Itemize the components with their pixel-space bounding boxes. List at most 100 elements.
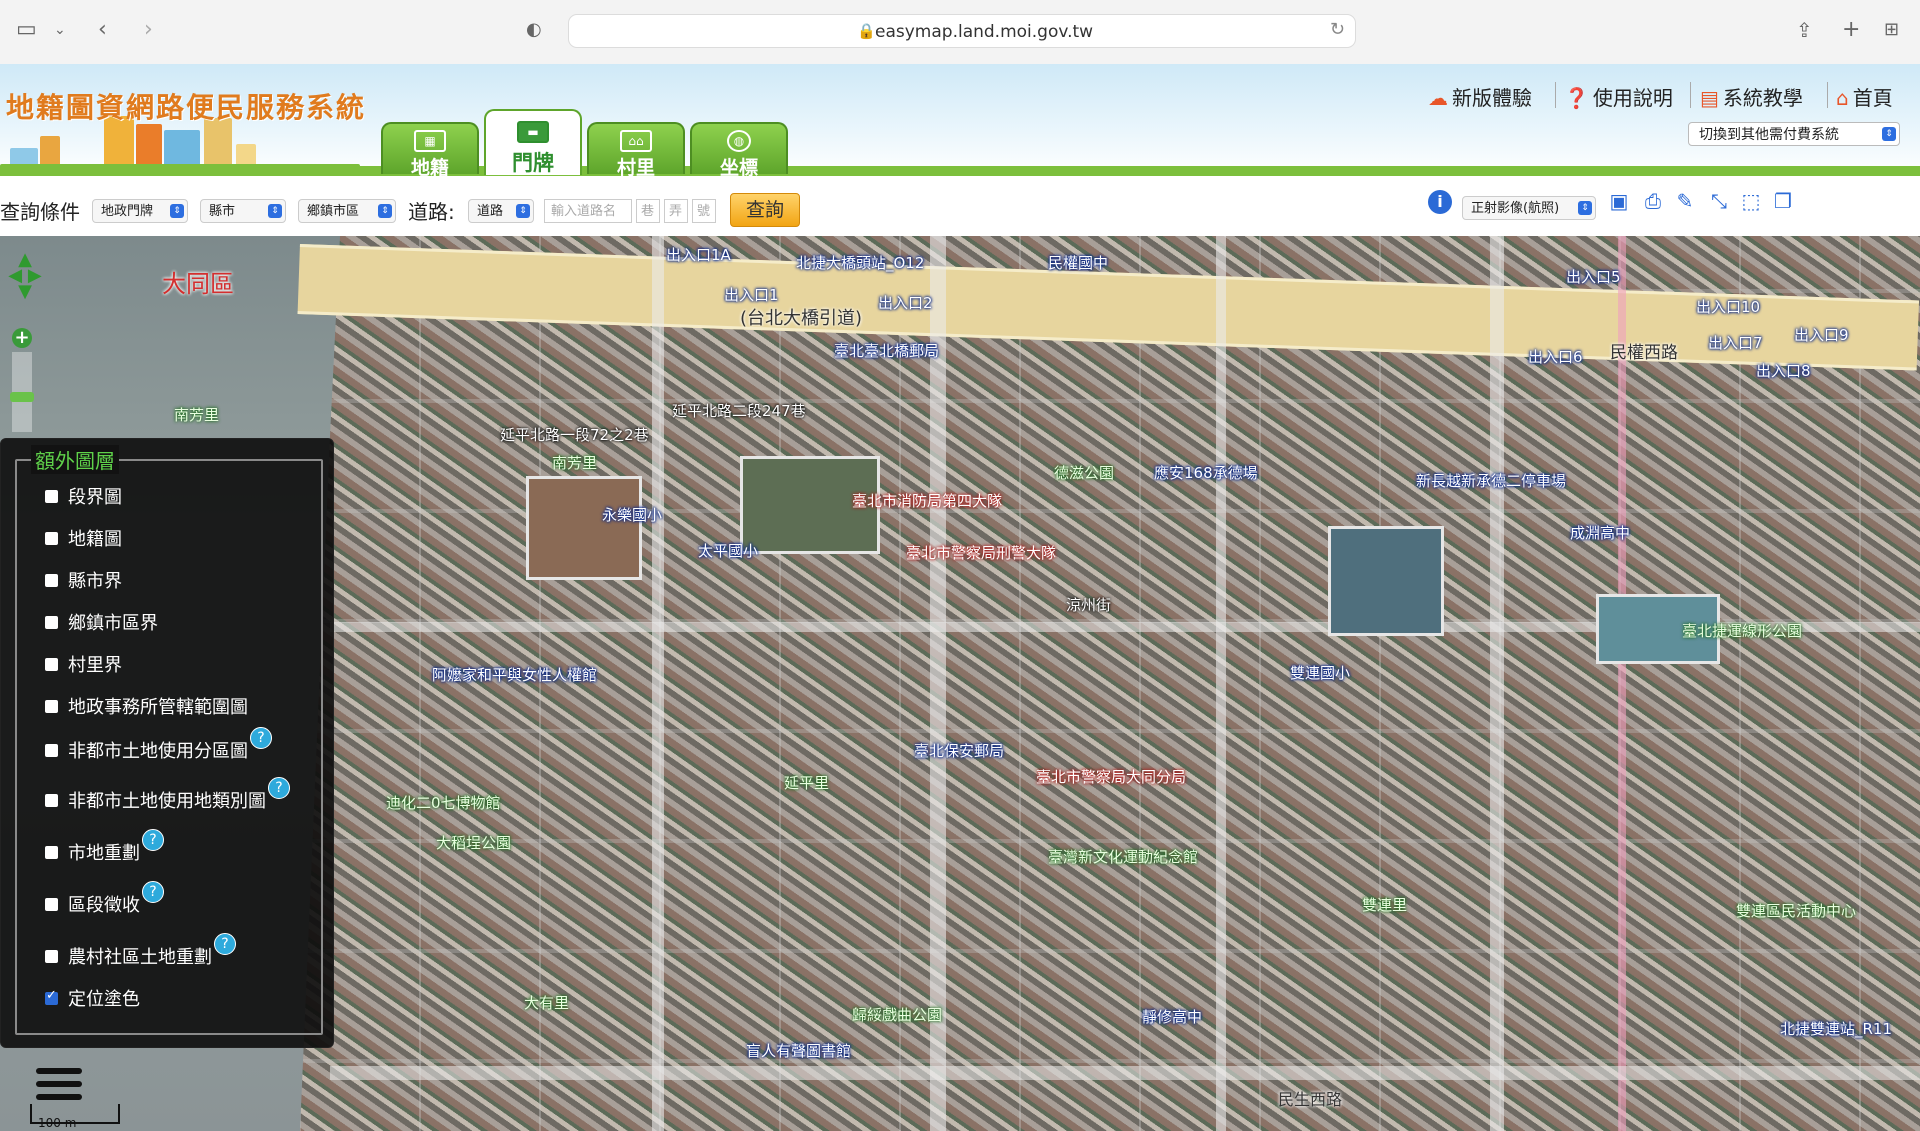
url-text: easymap.land.moi.gov.tw — [875, 22, 1094, 42]
poi-label: 成淵高中 — [1570, 524, 1631, 542]
layer-checkbox[interactable] — [45, 988, 58, 1005]
measure-area-icon[interactable]: ⬚ — [1738, 188, 1764, 214]
layer-checkbox[interactable] — [45, 743, 58, 757]
switch-system-select[interactable]: 切換到其他需付費系統 ⇕ — [1688, 122, 1900, 146]
layer-item[interactable]: 段界圖 — [45, 483, 122, 509]
alley-input[interactable]: 弄 — [664, 199, 688, 223]
layer-item[interactable]: 非都市土地使用地類別圖? — [45, 777, 290, 813]
poi-label: 出入口10 — [1696, 298, 1761, 316]
tab-cadastral[interactable]: ▦ 地籍 — [381, 122, 479, 179]
draw-icon[interactable]: ✎ — [1672, 188, 1698, 214]
road — [330, 1066, 1920, 1080]
poi-label: 出入口1A — [666, 246, 731, 264]
forward-icon[interactable]: › — [144, 18, 153, 42]
zoom-slider-handle[interactable] — [10, 392, 34, 402]
layer-checkbox[interactable] — [45, 573, 58, 587]
tutorial-icon: ▤ — [1700, 86, 1719, 110]
road-label: 延平北路二段247巷 — [672, 402, 806, 420]
park-label: 歸綏戲曲公園 — [852, 1006, 943, 1024]
help-icon[interactable]: ? — [142, 829, 164, 851]
zoom-in-button[interactable]: + — [12, 328, 32, 348]
tab-overview-icon[interactable]: ⊞ — [1884, 18, 1899, 42]
layer-item[interactable]: 村里界 — [45, 651, 122, 677]
share-icon[interactable]: ⇪ — [1796, 18, 1813, 42]
layer-item[interactable]: 鄉鎮市區界 — [45, 609, 158, 635]
new-tab-icon[interactable]: + — [1842, 18, 1860, 42]
globe-icon: ◍ — [727, 130, 751, 152]
header-band — [0, 166, 1920, 176]
new-version-link[interactable]: ☁ 新版體驗 — [1428, 82, 1532, 111]
pdf-print-icon[interactable]: ⎙ — [1640, 188, 1666, 214]
lane-input[interactable]: 巷 — [636, 199, 660, 223]
poi-label: 阿嬤家和平與女性人權館 — [432, 666, 598, 684]
layer-item[interactable]: 縣市界 — [45, 567, 122, 593]
road-label: 延平北路一段72之2巷 — [500, 426, 649, 444]
park-label: 德滋公園 — [1054, 464, 1115, 482]
number-input[interactable]: 號 — [692, 199, 716, 223]
tab-coordinates[interactable]: ◍ 坐標 — [690, 122, 788, 179]
road-type-select[interactable]: 道路 ⇕ — [468, 199, 534, 223]
tab-village[interactable]: ⌂⌂ 村里 — [587, 122, 685, 179]
poi-label: 盲人有聲圖書館 — [746, 1042, 852, 1060]
layer-item[interactable]: 農村社區土地重劃? — [45, 933, 236, 969]
road-label: 民生西路 — [1278, 1090, 1343, 1109]
road-label: 民權西路 — [1610, 343, 1678, 363]
help-icon[interactable]: ? — [250, 727, 272, 749]
copy-icon[interactable]: ❐ — [1770, 188, 1796, 214]
print-area-icon[interactable]: ▣ — [1606, 188, 1632, 214]
layer-checkbox[interactable] — [45, 845, 58, 859]
layer-checkbox[interactable] — [45, 897, 58, 911]
layer-item[interactable]: 區段徵收? — [45, 881, 164, 917]
chevron-down-icon[interactable]: ⌄ — [54, 18, 66, 42]
chevron-down-icon: ⇕ — [1882, 127, 1896, 141]
poi-label: 出入口1 — [724, 286, 779, 304]
tab-address[interactable]: ▬ 門牌 — [484, 109, 582, 175]
measure-distance-icon[interactable]: ⤡ — [1706, 188, 1732, 214]
mrt-line — [1618, 236, 1626, 1131]
parking-label: 應安168承德場 — [1154, 464, 1258, 482]
poi-label: 臺北市消防局第四大隊 — [852, 492, 1003, 510]
village-label: 南芳里 — [174, 406, 220, 424]
imagery-select[interactable]: 正射影像(航照) ⇕ — [1462, 196, 1596, 220]
park-label: 臺北捷運線形公園 — [1682, 622, 1803, 640]
help-icon[interactable]: ? — [214, 933, 236, 955]
home-link[interactable]: ⌂ 首頁 — [1836, 82, 1893, 111]
layer-item[interactable]: 地籍圖 — [45, 525, 122, 551]
select-value: 鄉鎮市區 — [307, 204, 360, 219]
layer-checkbox[interactable] — [45, 949, 58, 963]
help-icon[interactable]: ? — [268, 777, 290, 799]
sidebar-toggle-icon[interactable]: ▭ — [16, 18, 37, 42]
layer-checkbox[interactable] — [45, 615, 58, 629]
layer-checkbox[interactable] — [45, 489, 58, 503]
park-label: 大稻埕公園 — [436, 834, 512, 852]
town-select[interactable]: 鄉鎮市區 ⇕ — [298, 199, 396, 223]
layer-checkbox[interactable] — [45, 531, 58, 545]
help-icon[interactable]: ? — [142, 881, 164, 903]
query-type-select[interactable]: 地政門牌 ⇕ — [92, 199, 188, 223]
site-header: 地籍圖資網路便民服務系統 ▦ 地籍 ▬ 門牌 ⌂⌂ 村里 ◍ 坐標 ☁ 新版體驗 … — [0, 64, 1920, 179]
address-bar[interactable]: 🔒 easymap.land.moi.gov.tw ↻ — [568, 14, 1356, 48]
pan-control[interactable]: ▲ ◀ ▶ ▼ — [6, 251, 44, 304]
road-label: (台北大橋引道) — [740, 308, 863, 329]
layer-checkbox[interactable] — [45, 793, 58, 807]
layer-item[interactable]: 市地重劃? — [45, 829, 164, 865]
back-icon[interactable]: ‹ — [98, 18, 107, 42]
layer-label: 農村社區土地重劃 — [68, 947, 212, 968]
road — [1216, 236, 1226, 1131]
menu-list-icon[interactable] — [36, 1068, 82, 1108]
info-icon[interactable]: i — [1428, 190, 1452, 214]
layer-item[interactable]: 地政事務所管轄範圍圖 — [45, 693, 248, 719]
road-name-input[interactable]: 輸入道路名 — [544, 199, 632, 223]
layer-checkbox[interactable] — [45, 657, 58, 671]
county-select[interactable]: 縣市 ⇕ — [200, 199, 286, 223]
shield-icon[interactable]: ◐ — [526, 18, 542, 42]
tutorial-link[interactable]: ▤ 系統教學 — [1700, 82, 1803, 111]
layer-item[interactable]: 非都市土地使用分區圖? — [45, 727, 272, 763]
layer-item[interactable]: 定位塗色 — [45, 985, 140, 1011]
query-button[interactable]: 查詢 — [730, 193, 800, 227]
layer-checkbox[interactable] — [45, 699, 58, 713]
help-link[interactable]: ❓ 使用說明 — [1564, 82, 1673, 111]
poi-label: 出入口5 — [1566, 268, 1621, 286]
poi-label: 迪化二0七博物館 — [386, 794, 501, 812]
reload-icon[interactable]: ↻ — [1330, 19, 1345, 40]
